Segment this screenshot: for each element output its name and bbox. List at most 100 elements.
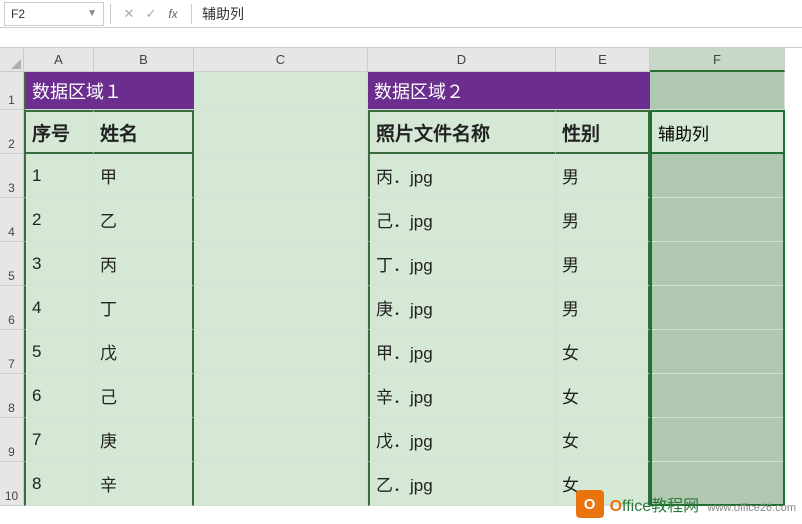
cell-seq[interactable]: 5	[24, 330, 94, 374]
watermark-text: Office教程网 www.office26.com	[610, 492, 796, 516]
table-row: 2乙 己．jpg男	[24, 198, 802, 242]
row-header[interactable]: 7	[0, 330, 24, 374]
formula-input[interactable]	[194, 2, 802, 26]
cell[interactable]	[650, 242, 785, 286]
table-row: 数据区域１ 数据区域２	[24, 72, 802, 110]
cell[interactable]	[194, 330, 368, 374]
sheet-area[interactable]: A B C D E F 数据区域１ 数据区域２ 序号 姓名 照片文件名称 性别 …	[24, 48, 802, 506]
ribbon-spacer	[0, 28, 802, 48]
separator	[110, 4, 111, 24]
col-header[interactable]: C	[194, 48, 368, 72]
cell-photo[interactable]: 辛．jpg	[368, 374, 556, 418]
row-headers: 1 2 3 4 5 6 7 8 9 10	[0, 48, 24, 506]
cell-photo[interactable]: 戊．jpg	[368, 418, 556, 462]
name-box-dropdown-icon[interactable]: ▼	[87, 8, 97, 19]
header-photo[interactable]: 照片文件名称	[368, 110, 556, 154]
cell[interactable]	[194, 462, 368, 506]
cancel-icon[interactable]: ✕	[119, 4, 139, 24]
cell-name[interactable]: 辛	[94, 462, 194, 506]
select-all-corner[interactable]	[0, 48, 24, 72]
column-headers: A B C D E F	[24, 48, 802, 72]
cell-gender[interactable]: 男	[556, 198, 650, 242]
cell[interactable]	[650, 72, 785, 110]
col-header[interactable]: A	[24, 48, 94, 72]
cell-name[interactable]: 戊	[94, 330, 194, 374]
cell-name[interactable]: 己	[94, 374, 194, 418]
header-name[interactable]: 姓名	[94, 110, 194, 154]
cell[interactable]	[194, 374, 368, 418]
cell-name[interactable]: 丁	[94, 286, 194, 330]
cell-gender[interactable]: 男	[556, 242, 650, 286]
watermark: O Office教程网 www.office26.com	[576, 490, 796, 518]
cell-seq[interactable]: 6	[24, 374, 94, 418]
cell[interactable]	[650, 154, 785, 198]
table-row: 5戊 甲．jpg女	[24, 330, 802, 374]
table-row: 序号 姓名 照片文件名称 性别 辅助列	[24, 110, 802, 154]
cell[interactable]	[650, 330, 785, 374]
row-header[interactable]: 10	[0, 462, 24, 506]
cell-name[interactable]: 庚	[94, 418, 194, 462]
region-title[interactable]: 数据区域１	[24, 72, 194, 110]
col-header[interactable]: E	[556, 48, 650, 72]
cell[interactable]	[650, 374, 785, 418]
cell[interactable]	[194, 198, 368, 242]
accept-icon[interactable]: ✓	[141, 4, 161, 24]
cell-seq[interactable]: 2	[24, 198, 94, 242]
col-header-selected[interactable]: F	[650, 48, 785, 72]
col-header[interactable]: D	[368, 48, 556, 72]
cell-seq[interactable]: 7	[24, 418, 94, 462]
cell[interactable]	[194, 154, 368, 198]
spreadsheet-grid: 1 2 3 4 5 6 7 8 9 10 A B C D E F 数据区域１ 数…	[0, 48, 802, 506]
cell-seq[interactable]: 1	[24, 154, 94, 198]
cell-photo[interactable]: 丙．jpg	[368, 154, 556, 198]
name-box-value: F2	[11, 7, 25, 21]
cell[interactable]	[650, 418, 785, 462]
header-helper[interactable]: 辅助列	[650, 110, 785, 154]
header-gender[interactable]: 性别	[556, 110, 650, 154]
cell-photo[interactable]: 丁．jpg	[368, 242, 556, 286]
formula-bar: F2 ▼ ✕ ✓ fx	[0, 0, 802, 28]
cell[interactable]	[650, 198, 785, 242]
cell-photo[interactable]: 甲．jpg	[368, 330, 556, 374]
row-header[interactable]: 6	[0, 286, 24, 330]
cell-gender[interactable]: 女	[556, 374, 650, 418]
cell[interactable]	[194, 286, 368, 330]
row-header[interactable]: 2	[0, 110, 24, 154]
row-header[interactable]: 9	[0, 418, 24, 462]
formula-buttons: ✕ ✓ fx	[113, 4, 189, 24]
cell-gender[interactable]: 女	[556, 418, 650, 462]
region-title[interactable]: 数据区域２	[368, 72, 650, 110]
cell-photo[interactable]: 乙．jpg	[368, 462, 556, 506]
row-header[interactable]: 4	[0, 198, 24, 242]
cell-gender[interactable]: 男	[556, 154, 650, 198]
cell[interactable]	[194, 110, 368, 154]
cell-name[interactable]: 丙	[94, 242, 194, 286]
cell-seq[interactable]: 4	[24, 286, 94, 330]
fx-icon[interactable]: fx	[163, 4, 183, 24]
cell[interactable]	[194, 242, 368, 286]
cell-photo[interactable]: 己．jpg	[368, 198, 556, 242]
name-box[interactable]: F2 ▼	[4, 2, 104, 26]
row-header[interactable]: 1	[0, 72, 24, 110]
table-row: 4丁 庚．jpg男	[24, 286, 802, 330]
watermark-logo-icon: O	[576, 490, 604, 518]
table-row: 3丙 丁．jpg男	[24, 242, 802, 286]
row-header[interactable]: 5	[0, 242, 24, 286]
separator	[191, 4, 192, 24]
table-row: 7庚 戊．jpg女	[24, 418, 802, 462]
cell[interactable]	[194, 418, 368, 462]
header-seq[interactable]: 序号	[24, 110, 94, 154]
cell-seq[interactable]: 3	[24, 242, 94, 286]
cell-name[interactable]: 乙	[94, 198, 194, 242]
cell-gender[interactable]: 男	[556, 286, 650, 330]
cell[interactable]	[650, 286, 785, 330]
cell-photo[interactable]: 庚．jpg	[368, 286, 556, 330]
cell-gender[interactable]: 女	[556, 330, 650, 374]
col-header[interactable]: B	[94, 48, 194, 72]
cell-name[interactable]: 甲	[94, 154, 194, 198]
row-header[interactable]: 3	[0, 154, 24, 198]
table-row: 1甲 丙．jpg男	[24, 154, 802, 198]
cell[interactable]	[194, 72, 368, 110]
cell-seq[interactable]: 8	[24, 462, 94, 506]
row-header[interactable]: 8	[0, 374, 24, 418]
